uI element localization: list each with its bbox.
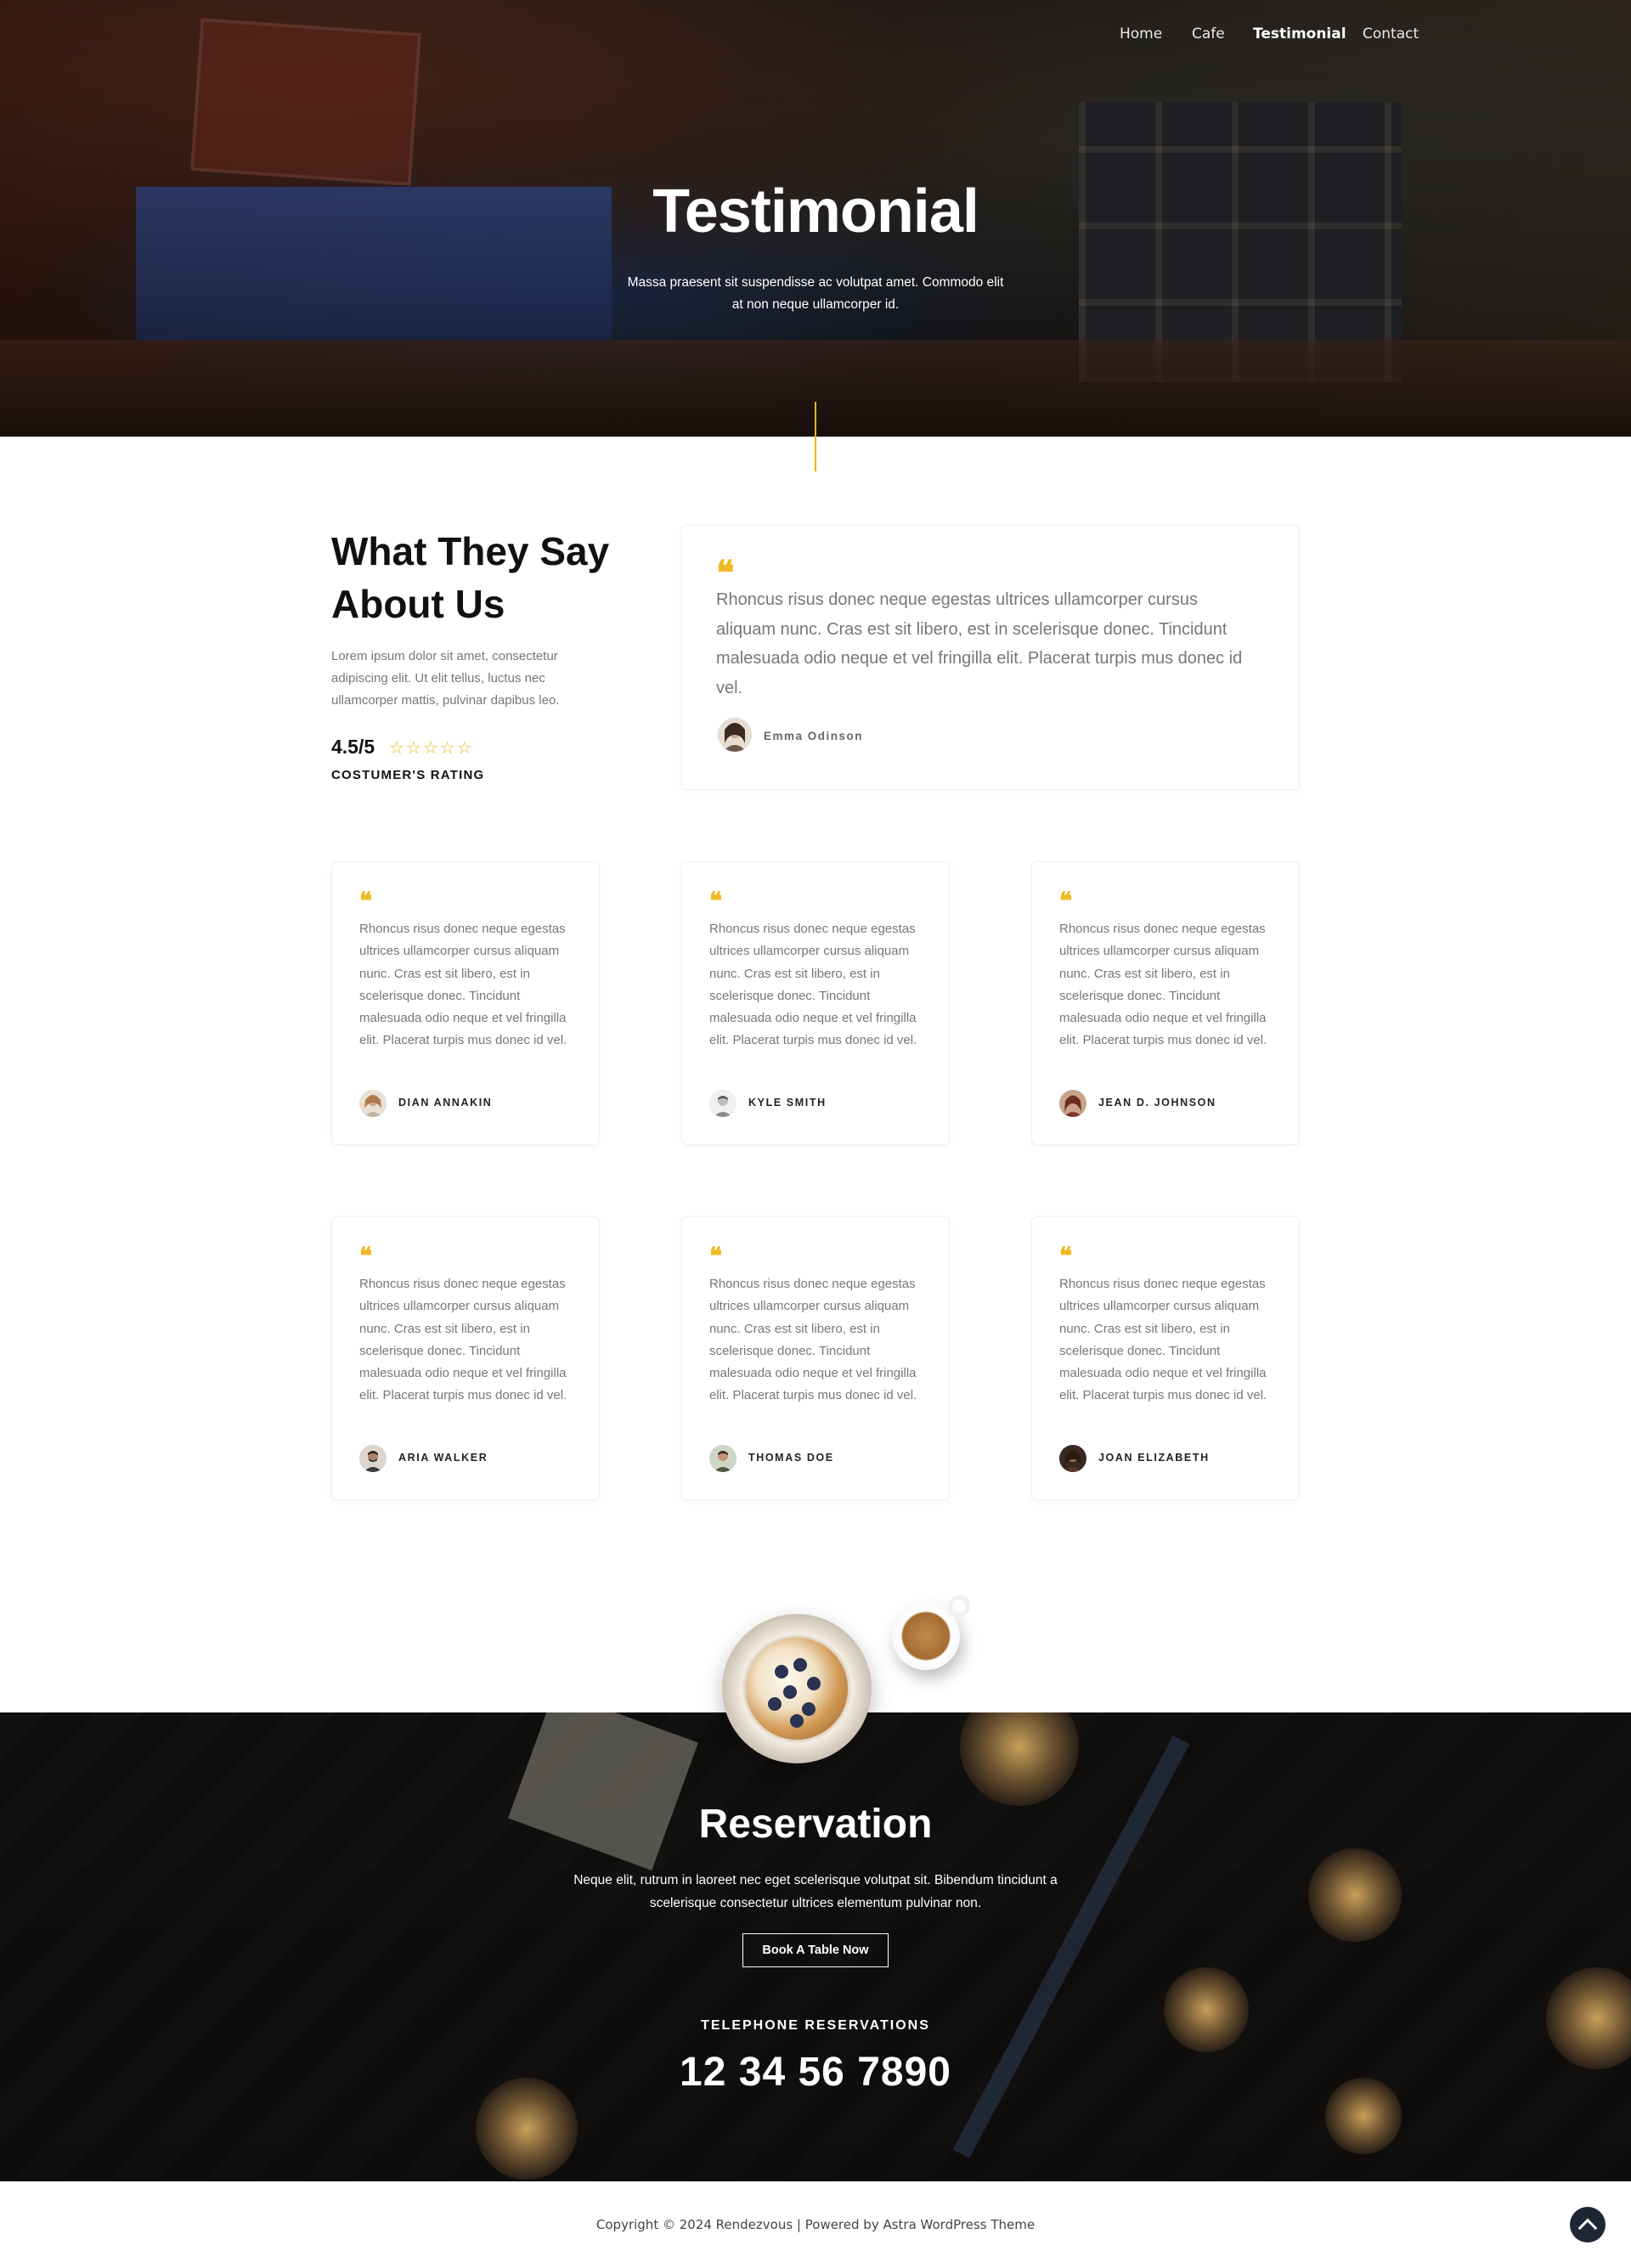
quote-icon: ❝ [359,887,373,915]
rating-value: 4.5/5 [331,736,375,758]
nav-item-cafe[interactable]: Cafe [1192,25,1225,42]
pancake-plate-image [722,1614,872,1763]
telephone-label: TELEPHONE RESERVATIONS [701,2018,930,2033]
avatar [359,1090,387,1117]
nav-item-contact[interactable]: Contact [1363,25,1419,42]
avatar [718,718,752,752]
testimonial-card: ❝ Rhoncus risus donec neque egestas ultr… [331,1216,600,1500]
testimonial-text: Rhoncus risus donec neque egestas ultric… [709,1277,917,1403]
testimonial-author: JEAN D. JOHNSON [1098,1097,1216,1109]
nav-item-home[interactable]: Home [1120,25,1162,42]
section-divider-line [815,402,816,471]
testimonial-author: DIAN ANNAKIN [398,1097,493,1109]
telephone-number[interactable]: 12 34 56 7890 [0,2049,1631,2096]
testimonial-text: Rhoncus risus donec neque egestas ultric… [359,922,567,1048]
scroll-to-top-button[interactable] [1570,2207,1606,2243]
reservation-title: Reservation [698,1802,933,1847]
reservation-background-table [1308,1848,1402,1942]
testimonial-text: Rhoncus risus donec neque egestas ultric… [709,922,917,1048]
quote-icon: ❝ [709,887,723,915]
testimonial-card: ❝ Rhoncus risus donec neque egestas ultr… [331,861,600,1145]
book-table-button[interactable]: Book A Table Now [742,1933,889,1967]
testimonial-author: JOAN ELIZABETH [1098,1452,1210,1464]
testimonial-text: Rhoncus risus donec neque egestas ultric… [1059,922,1267,1048]
avatar [709,1445,736,1472]
reservation-background-table [1164,1967,1249,2052]
main-nav: Home Cafe Testimonial Contact [0,25,1631,46]
avatar [1059,1445,1086,1472]
avatar [359,1445,387,1472]
quote-icon: ❝ [1059,1242,1073,1270]
reservation-subtitle: Neque elit, rutrum in laoreet nec eget s… [573,1873,1058,1910]
avatar [1059,1090,1086,1117]
coffee-cup-image [892,1595,970,1670]
avatar [709,1090,736,1117]
copyright-text: Copyright © 2024 Rendezvous | Powered by… [595,2217,1036,2232]
page-title: Testimonial [652,178,979,245]
nav-item-testimonial[interactable]: Testimonial [1253,25,1346,42]
section-description: Lorem ipsum dolor sit amet, consectetur … [331,649,560,708]
testimonial-author: ARIA WALKER [398,1452,488,1464]
testimonial-card: ❝ Rhoncus risus donec neque egestas ultr… [681,861,950,1145]
testimonial-card: ❝ Rhoncus risus donec neque egestas ultr… [1031,1216,1300,1500]
testimonial-card: ❝ Rhoncus risus donec neque egestas ultr… [1031,861,1300,1145]
quote-icon: ❝ [359,1242,373,1270]
testimonial-text: Rhoncus risus donec neque egestas ultric… [1059,1277,1267,1403]
section-title: What They Say About Us [331,529,610,626]
rating-label: COSTUMER'S RATING [331,768,485,782]
reservation-background-table [960,1712,1079,1806]
quote-icon: ❝ [709,1242,723,1270]
featured-testimonial-card: ❝ Rhoncus risus donec neque egestas ultr… [681,525,1300,790]
testimonial-text: Rhoncus risus donec neque egestas ultric… [359,1277,567,1403]
testimonial-author: THOMAS DOE [748,1452,834,1464]
testimonial-author: KYLE SMITH [748,1097,827,1109]
hero-subtitle: Massa praesent sit suspendisse ac volutp… [627,275,1004,312]
testimonial-card: ❝ Rhoncus risus donec neque egestas ultr… [681,1216,950,1500]
testimonial-author: Emma Odinson [764,730,864,742]
chevron-up-icon [1577,2218,1598,2238]
star-outline-icon: ☆☆☆☆☆ [389,739,474,758]
testimonial-text: Rhoncus risus donec neque egestas ultric… [716,590,1243,697]
quote-icon: ❝ [1059,887,1073,915]
